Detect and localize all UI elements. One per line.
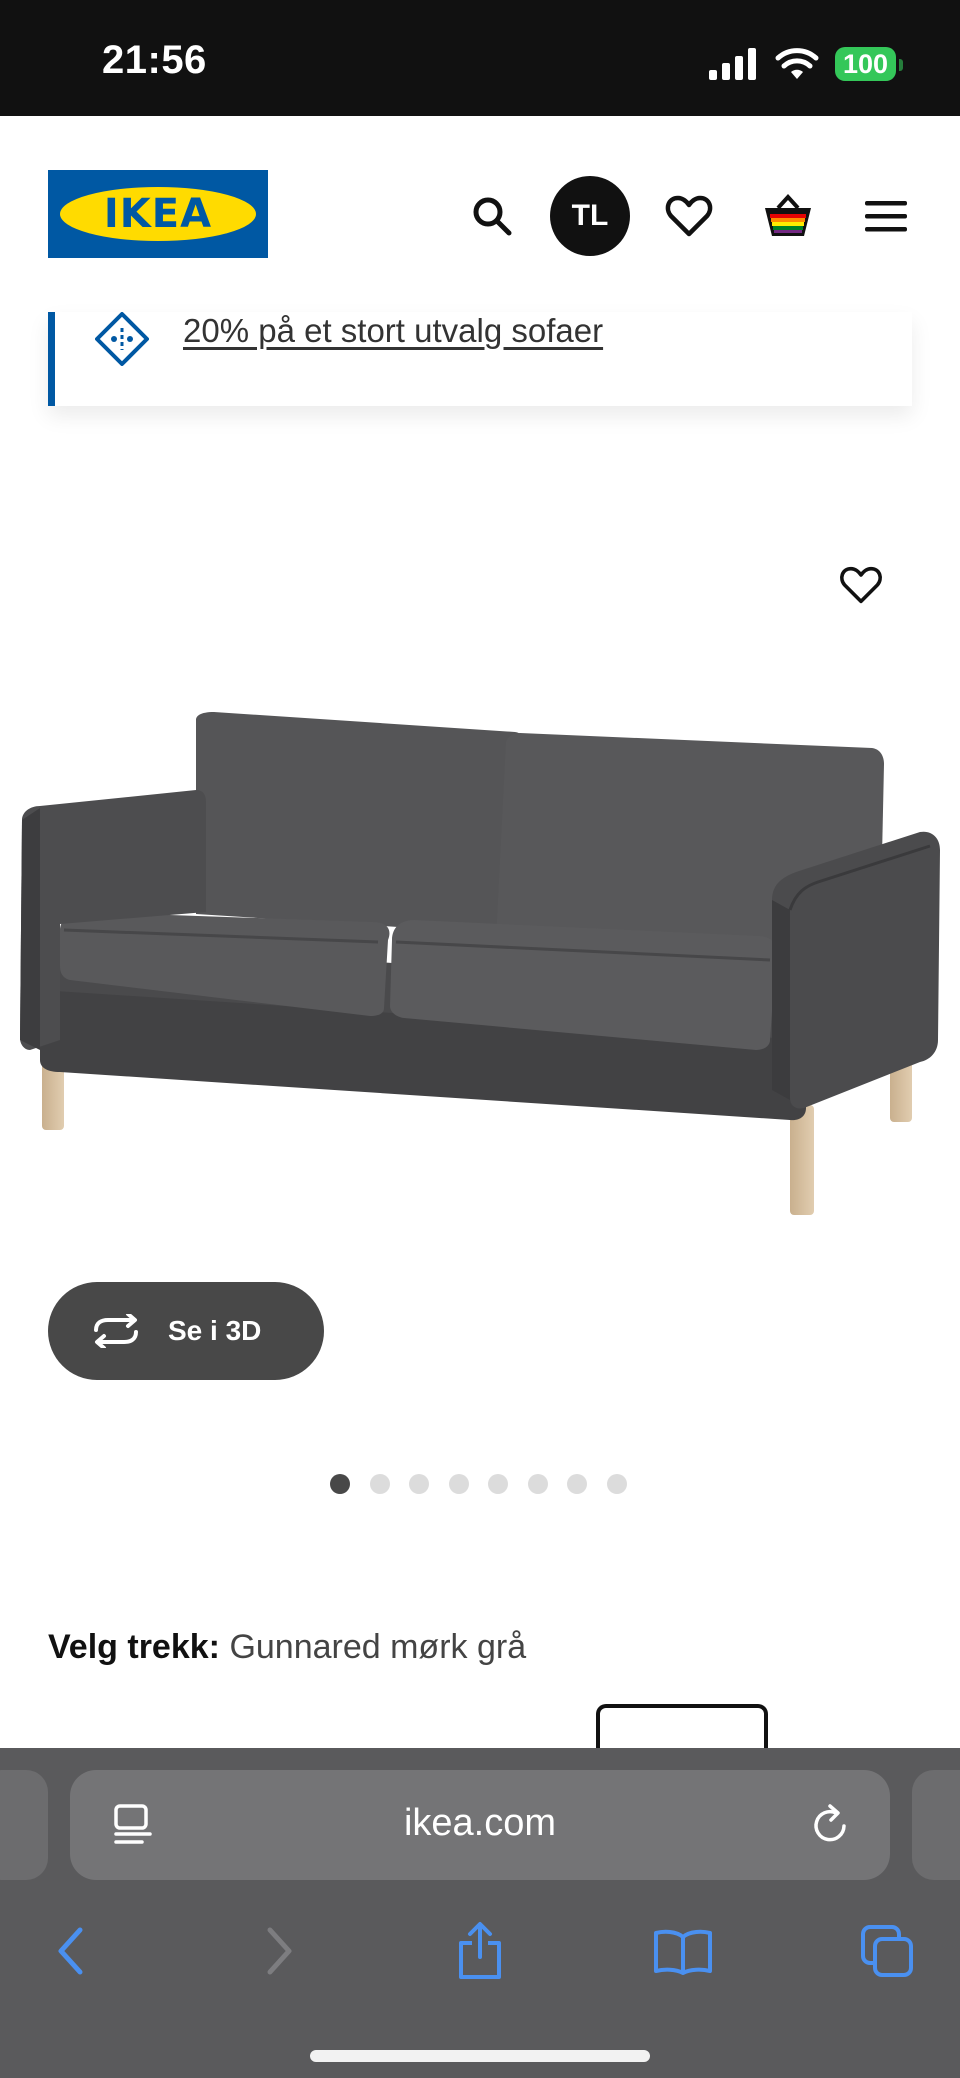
promo-banner[interactable]: 20% på et stort utvalg sofaer [48,312,912,406]
share-button[interactable] [435,1906,525,1996]
status-bar: 21:56 100 [0,0,960,116]
favorites-button[interactable] [649,176,729,256]
status-icons: 100 [708,44,904,84]
view-in-3d-label: Se i 3D [168,1315,262,1346]
carousel-dot-4[interactable] [448,1474,469,1494]
cover-label: Velg trekk: [48,1628,220,1666]
browser-toolbar: ikea.com [0,1748,960,2078]
browser-nav-row [0,1906,960,1996]
tabs-button[interactable] [842,1906,932,1996]
wifi-icon [775,48,819,79]
image-carousel-pagination [330,1474,627,1494]
carousel-dot-3[interactable] [409,1474,429,1494]
cart-button[interactable] [748,176,828,256]
search-button[interactable] [452,176,532,256]
chevron-left-icon [58,1927,83,1975]
url-text: ikea.com [403,1802,557,1844]
chevron-right-icon [267,1927,292,1975]
status-time: 21:56 [102,38,207,82]
hamburger-menu-icon [865,201,907,232]
site-header: IKEA TL [0,116,960,312]
rotate-3d-icon [94,1314,138,1348]
shopping-bag-icon [765,194,811,236]
back-button[interactable] [26,1906,116,1996]
price-tag-icon [95,312,149,366]
carousel-dot-2[interactable] [369,1474,390,1494]
product-image-sofa[interactable] [0,520,960,1240]
previous-tab-preview[interactable] [0,1770,48,1880]
cover-value: Gunnared mørk grå [229,1628,527,1666]
logo-oval: IKEA [60,187,256,241]
reload-icon[interactable] [806,1800,856,1850]
carousel-dot-1[interactable] [330,1474,350,1494]
logo-text: IKEA [103,191,213,237]
carousel-dot-8[interactable] [606,1474,627,1494]
next-tab-preview[interactable] [912,1770,960,1880]
heart-outline-icon [840,566,882,604]
carousel-dot-5[interactable] [488,1474,508,1494]
address-bar[interactable]: ikea.com [70,1770,890,1880]
carousel-dot-6[interactable] [527,1474,548,1494]
carousel-dot-7[interactable] [567,1474,587,1494]
profile-avatar[interactable]: TL [550,176,630,256]
bookmarks-button[interactable] [638,1906,728,1996]
promo-link[interactable]: 20% på et stort utvalg sofaer [183,312,603,350]
cellular-signal-icon [708,48,756,80]
view-in-3d-button[interactable]: Se i 3D [48,1282,324,1380]
search-icon [473,197,512,236]
heart-icon [665,195,713,237]
book-icon [654,1929,712,1975]
home-indicator[interactable] [310,2050,650,2062]
share-icon [459,1922,501,1979]
add-to-favorites-button[interactable] [826,550,896,620]
menu-button[interactable] [846,176,926,256]
forward-button[interactable] [234,1906,324,1996]
cover-selection: Velg trekk: Gunnared mørk grå [48,1628,526,1667]
battery-indicator: 100 [834,47,904,81]
ikea-logo[interactable]: IKEA [48,170,268,258]
tabs-icon [861,1925,913,1977]
